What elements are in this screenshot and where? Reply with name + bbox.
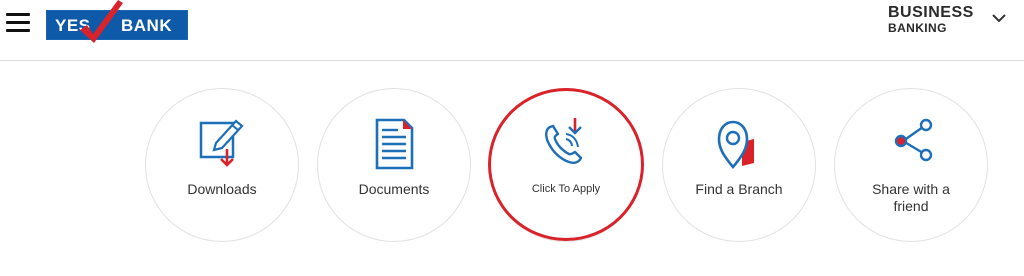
documents-label: Documents (358, 181, 430, 197)
downloads-link[interactable]: Downloads (145, 88, 299, 242)
chevron-down-icon[interactable] (991, 12, 1007, 24)
hamburger-menu-icon[interactable] (6, 13, 30, 33)
documents-link[interactable]: Documents (317, 88, 471, 242)
business-label: BUSINESS (888, 4, 974, 21)
map-pin-icon (717, 120, 754, 170)
find-a-branch-label: Find a Branch (695, 181, 783, 197)
logo-tick-icon (80, 0, 123, 43)
business-banking-menu[interactable]: BUSINESS BANKING (888, 4, 974, 35)
share-with-a-friend-link[interactable]: Share with a friend (834, 88, 988, 242)
site-header: YES BANK BUSINESS BANKING (0, 0, 1024, 61)
share-with-a-friend-label: Share with a friend (872, 181, 950, 214)
share-icon (894, 118, 933, 162)
downloads-label: Downloads (187, 181, 257, 197)
phone-call-icon (545, 118, 583, 164)
documents-icon (375, 118, 414, 170)
click-to-apply-label: Click To Apply (531, 183, 601, 195)
download-document-icon (199, 119, 244, 167)
click-to-apply-link[interactable]: Click To Apply (489, 88, 643, 242)
find-a-branch-link[interactable]: Find a Branch (662, 88, 816, 242)
banking-label: BANKING (888, 21, 947, 35)
